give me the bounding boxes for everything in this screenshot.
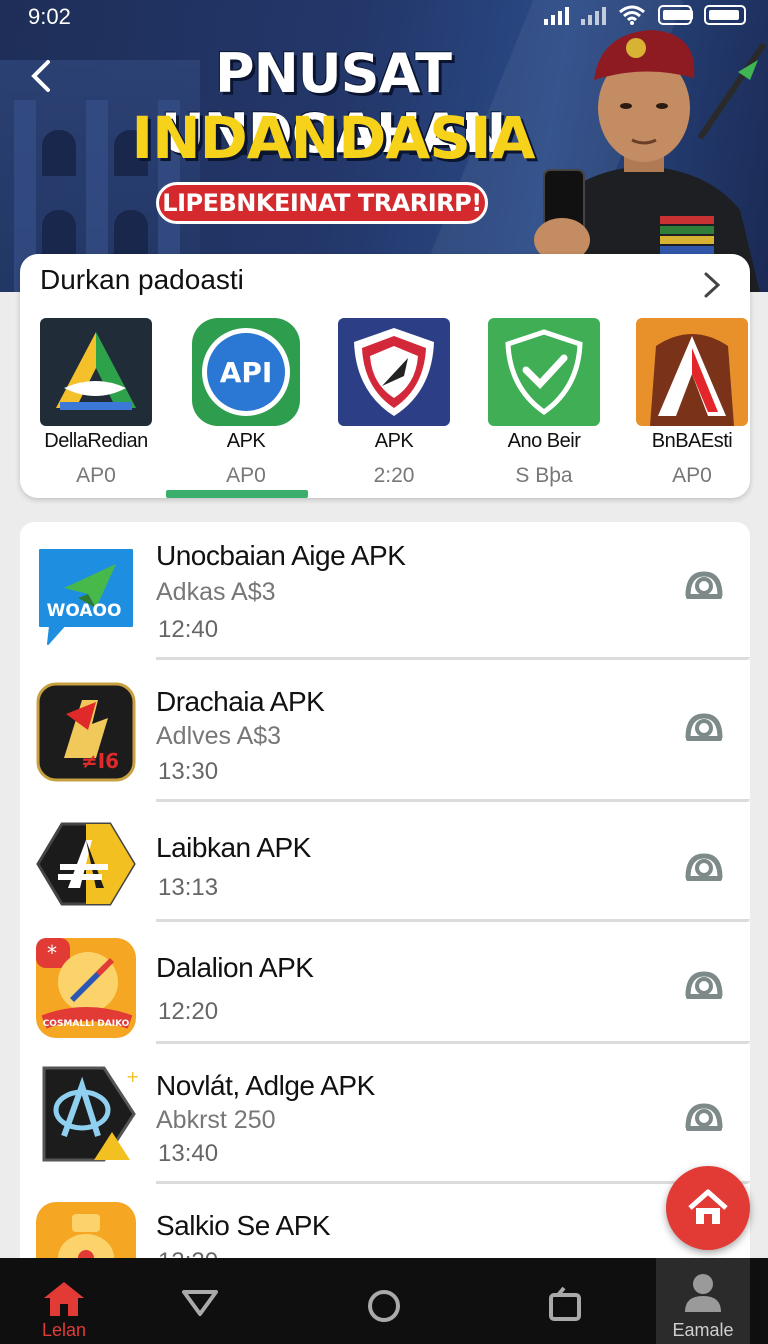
laibkan-app-icon (36, 822, 136, 906)
circle-home-icon (368, 1290, 400, 1322)
featured-item-value: AP0 (226, 464, 266, 487)
app-time: 13:30 (158, 758, 219, 785)
list-item[interactable]: * COSMALLI DAIKO Dalalion APK 12:20 (20, 928, 750, 1044)
list-divider (156, 1041, 750, 1044)
status-time: 9:02 (28, 4, 71, 29)
featured-item-name: DellaRedian (44, 430, 148, 452)
featured-item-name: Ano Beir (507, 430, 581, 452)
soldier-illustration (534, 30, 760, 292)
list-item[interactable]: ≠I6 Drachaia APK Adlves A$3 13:30 (20, 666, 750, 802)
app-title: Laibkan APK (156, 832, 311, 863)
woaoo-app-icon: WOAOO (39, 549, 133, 645)
download-icon[interactable] (684, 1098, 724, 1134)
list-divider (156, 657, 750, 660)
app-title: Dalalion APK (156, 952, 314, 983)
app-subtitle: Adlves A$3 (156, 722, 282, 750)
profile-icon (685, 1274, 721, 1312)
featured-item-name: APK (226, 430, 266, 452)
nav-recents[interactable] (534, 1258, 594, 1344)
featured-item-name: BnBAEsti (651, 430, 733, 452)
app-title: Novlát, Adlge APK (156, 1070, 375, 1101)
list-item[interactable]: + Novlát, Adlge APK Abkrst 250 13:40 (20, 1050, 750, 1184)
download-icon[interactable] (684, 566, 724, 602)
app-time: 12:40 (158, 616, 219, 643)
list-item[interactable]: WOAOO Unocbaian Aige APK Adkas A$3 12:40 (20, 522, 750, 660)
banner-subtitle: INDANDASIA (131, 104, 536, 172)
list-divider (156, 919, 750, 922)
list-item[interactable]: Salkio Se APK 13:20 (20, 1190, 750, 1258)
shield-app-icon (338, 318, 450, 426)
home-icon (44, 1282, 84, 1316)
app-title: Drachaia APK (156, 686, 325, 717)
recents-icon (549, 1286, 581, 1321)
app-title: Unocbaian Aige APK (156, 540, 406, 571)
bottom-navigation: Lelan Eamale (0, 1258, 768, 1344)
della-redian-app-icon (40, 318, 152, 426)
app-subtitle: Adkas A$3 (156, 578, 276, 606)
nav-home[interactable]: Lelan (22, 1258, 106, 1344)
featured-item-value: 2:20 (373, 464, 415, 487)
dalalion-app-icon: * COSMALLI DAIKO (36, 938, 136, 1038)
dalalion-icon-text: COSMALLI DAIKO (43, 1019, 130, 1029)
list-divider (156, 799, 750, 802)
promo-banner[interactable]: 9:02 PNUSAT UNDOAHAN INDANDASIA LIPEBNKE… (0, 0, 768, 292)
download-icon[interactable] (684, 848, 724, 884)
home-icon (688, 1189, 728, 1224)
featured-heading: Durkan padoasti (40, 264, 244, 295)
app-subtitle: Abkrst 250 (156, 1106, 276, 1134)
featured-card: Durkan padoasti DellaRedian AP0 API APK … (20, 254, 750, 498)
app-time: 13:13 (158, 874, 219, 901)
api-icon-text: API (220, 356, 273, 389)
triangle-back-icon (182, 1290, 218, 1316)
nav-home-circle[interactable] (354, 1258, 414, 1344)
app-time: 13:20 (158, 1248, 218, 1258)
drachaia-app-icon: ≠I6 (36, 682, 136, 782)
featured-page-indicator (166, 490, 308, 498)
featured-item-name: APK (374, 430, 414, 452)
list-divider (156, 1181, 750, 1184)
app-title: Salkio Se APK (156, 1210, 331, 1241)
svg-text:+: + (126, 1067, 138, 1086)
banner-cta-pill[interactable]: LIPEBNKEINAT TRARIRP! (156, 182, 488, 224)
novlat-app-icon: + (42, 1066, 138, 1162)
drachaia-icon-text: ≠I6 (81, 749, 119, 773)
featured-item-value: S Bþa (515, 464, 573, 487)
green-check-app-icon (488, 318, 600, 426)
back-arrow-icon[interactable] (24, 56, 58, 100)
salkio-app-icon (36, 1202, 136, 1258)
nav-back[interactable] (170, 1258, 230, 1344)
chevron-right-icon[interactable] (700, 268, 724, 311)
nav-home-label: Lelan (41, 1320, 87, 1340)
home-fab-button[interactable] (666, 1166, 750, 1250)
nav-profile[interactable]: Eamale (656, 1258, 750, 1344)
download-icon[interactable] (684, 966, 724, 1002)
app-time: 12:20 (158, 998, 219, 1025)
woaoo-icon-text: WOAOO (47, 601, 122, 621)
app-time: 13:40 (158, 1140, 219, 1167)
letter-a-app-icon (636, 318, 748, 426)
api-app-icon: API (192, 318, 300, 426)
download-icon[interactable] (684, 708, 724, 744)
featured-item-value: AP0 (76, 464, 116, 487)
nav-profile-label: Eamale (672, 1320, 734, 1340)
featured-item-value: AP0 (672, 464, 712, 487)
list-item[interactable]: Laibkan APK 13:13 (20, 808, 750, 922)
svg-text:*: * (47, 941, 57, 965)
